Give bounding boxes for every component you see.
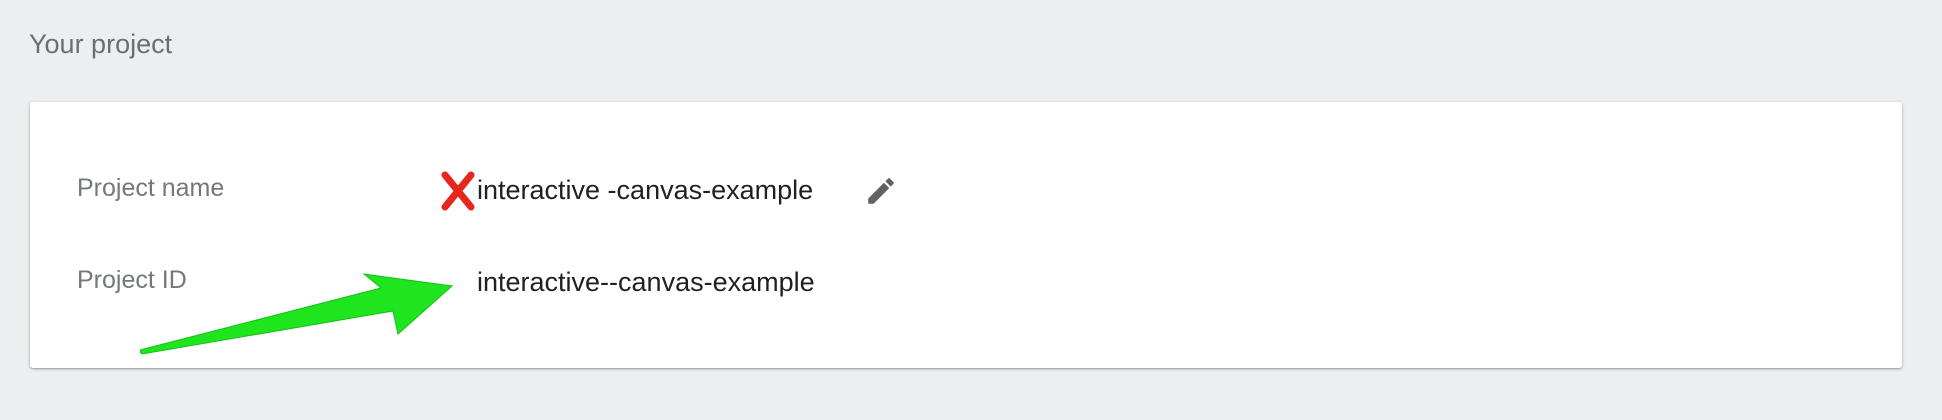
project-card: Project name interactive -canvas-example… — [30, 102, 1902, 368]
project-id-value: interactive--canvas-example — [477, 267, 815, 297]
x-mark-icon — [439, 170, 477, 212]
project-name-value: interactive -canvas-example — [477, 175, 814, 205]
edit-project-name-button[interactable] — [852, 162, 908, 218]
pencil-icon — [868, 178, 894, 204]
section-title: Your project — [29, 29, 173, 59]
project-id-label: Project ID — [77, 266, 187, 294]
project-name-label: Project name — [77, 174, 225, 202]
